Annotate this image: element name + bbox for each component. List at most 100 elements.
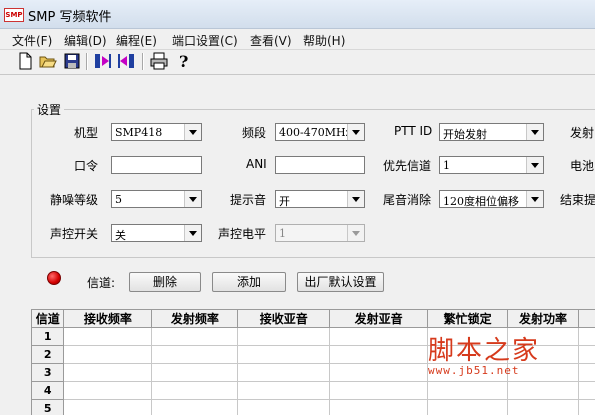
- table-cell[interactable]: [508, 382, 579, 400]
- add-button[interactable]: 添加: [212, 272, 286, 292]
- table-cell[interactable]: [238, 346, 330, 364]
- column-header-busy-lock[interactable]: 繁忙锁定: [428, 310, 508, 328]
- table-cell[interactable]: [330, 400, 428, 415]
- column-header-tx-power[interactable]: 发射功率: [508, 310, 579, 328]
- menu-view[interactable]: 查看(V): [250, 32, 292, 49]
- menu-help[interactable]: 帮助(H): [303, 32, 345, 49]
- read-from-radio-icon[interactable]: [94, 52, 112, 70]
- band-label: 频段: [242, 124, 266, 141]
- tail-elim-select[interactable]: 120度相位偏移: [439, 190, 544, 208]
- menu-program[interactable]: 编程(E): [116, 32, 157, 49]
- table-cell[interactable]: [578, 364, 595, 382]
- svg-text:?: ?: [179, 52, 188, 70]
- model-select[interactable]: SMP418: [111, 123, 202, 141]
- chevron-down-icon: [347, 124, 364, 140]
- table-cell[interactable]: [428, 400, 508, 415]
- row-number: 3: [32, 364, 64, 382]
- table-cell[interactable]: [152, 382, 238, 400]
- vox-label: 声控开关: [50, 225, 98, 242]
- table-cell[interactable]: [578, 328, 595, 346]
- end-tone-label: 结束提: [560, 191, 595, 208]
- column-header-tx-freq[interactable]: 发射频率: [152, 310, 238, 328]
- table-cell[interactable]: [64, 400, 152, 415]
- ptt-id-label: PTT ID: [394, 124, 432, 138]
- table-cell[interactable]: [238, 400, 330, 415]
- column-header-rx-freq[interactable]: 接收频率: [64, 310, 152, 328]
- table-row[interactable]: 5: [32, 400, 595, 415]
- band-select[interactable]: 400-470MHz: [275, 123, 365, 141]
- squelch-select[interactable]: 5: [111, 190, 202, 208]
- channel-label: 信道:: [87, 274, 115, 291]
- delete-button[interactable]: 删除: [129, 272, 201, 292]
- table-cell[interactable]: [330, 328, 428, 346]
- menu-port-settings[interactable]: 端口设置(C): [172, 32, 238, 49]
- table-cell[interactable]: [578, 346, 595, 364]
- menu-file[interactable]: 文件(F): [12, 32, 52, 49]
- password-label: 口令: [74, 157, 98, 174]
- table-cell[interactable]: [238, 382, 330, 400]
- tail-elim-value: 120度相位偏移: [443, 193, 519, 209]
- table-cell[interactable]: [152, 364, 238, 382]
- row-number: 2: [32, 346, 64, 364]
- column-header-rx-tone[interactable]: 接收亚音: [238, 310, 330, 328]
- ptt-id-select[interactable]: 开始发射: [439, 123, 544, 141]
- beep-label: 提示音: [230, 191, 266, 208]
- title-bar: SMP SMP 写频软件: [0, 0, 595, 29]
- chevron-down-icon: [184, 191, 201, 207]
- save-icon[interactable]: [63, 52, 81, 70]
- factory-reset-button[interactable]: 出厂默认设置: [297, 272, 384, 292]
- chevron-down-icon: [526, 157, 543, 173]
- table-cell[interactable]: [64, 364, 152, 382]
- priority-channel-label: 优先信道: [383, 157, 431, 174]
- password-field[interactable]: [111, 156, 202, 174]
- table-cell[interactable]: [330, 346, 428, 364]
- priority-channel-value: 1: [443, 159, 450, 172]
- menu-edit[interactable]: 编辑(D): [64, 32, 107, 49]
- priority-channel-select[interactable]: 1: [439, 156, 544, 174]
- column-header-tx-tone[interactable]: 发射亚音: [330, 310, 428, 328]
- watermark-url: www.jb51.net: [428, 364, 519, 377]
- toolbar: ?: [0, 49, 595, 75]
- table-cell[interactable]: [64, 382, 152, 400]
- ptt-id-value: 开始发射: [443, 126, 487, 142]
- squelch-value: 5: [115, 193, 122, 206]
- vox-level-select[interactable]: 1: [275, 224, 365, 242]
- vox-level-value: 1: [279, 227, 286, 240]
- table-cell[interactable]: [152, 346, 238, 364]
- tail-elim-label: 尾音消除: [383, 191, 431, 208]
- toolbar-separator: [142, 53, 144, 70]
- squelch-label: 静噪等级: [50, 191, 98, 208]
- table-row[interactable]: 4: [32, 382, 595, 400]
- window-title: SMP 写频软件: [28, 6, 111, 25]
- table-cell[interactable]: [330, 364, 428, 382]
- beep-select[interactable]: 开: [275, 190, 365, 208]
- status-led: [47, 271, 61, 285]
- table-header-row: 信道 接收频率 发射频率 接收亚音 发射亚音 繁忙锁定 发射功率: [32, 310, 595, 328]
- table-cell[interactable]: [64, 328, 152, 346]
- menu-bar: 文件(F) 编辑(D) 编程(E) 端口设置(C) 查看(V) 帮助(H): [0, 29, 595, 49]
- open-folder-icon[interactable]: [39, 52, 57, 70]
- help-icon[interactable]: ?: [175, 52, 193, 70]
- table-cell[interactable]: [330, 382, 428, 400]
- toolbar-separator: [86, 53, 88, 70]
- table-cell[interactable]: [152, 328, 238, 346]
- column-header-channel[interactable]: 信道: [32, 310, 64, 328]
- table-cell[interactable]: [238, 364, 330, 382]
- table-cell[interactable]: [64, 346, 152, 364]
- ani-field[interactable]: [275, 156, 365, 174]
- write-to-radio-icon[interactable]: [117, 52, 135, 70]
- row-number: 5: [32, 400, 64, 415]
- table-cell[interactable]: [508, 400, 579, 415]
- chevron-down-icon: [184, 124, 201, 140]
- vox-level-label: 声控电平: [218, 225, 266, 242]
- chevron-down-icon: [347, 225, 364, 241]
- table-cell[interactable]: [578, 400, 595, 415]
- print-icon[interactable]: [150, 52, 168, 70]
- beep-value: 开: [279, 193, 290, 209]
- table-cell[interactable]: [578, 382, 595, 400]
- table-cell[interactable]: [428, 382, 508, 400]
- table-cell[interactable]: [238, 328, 330, 346]
- table-cell[interactable]: [152, 400, 238, 415]
- vox-select[interactable]: 关: [111, 224, 202, 242]
- new-file-icon[interactable]: [16, 52, 34, 70]
